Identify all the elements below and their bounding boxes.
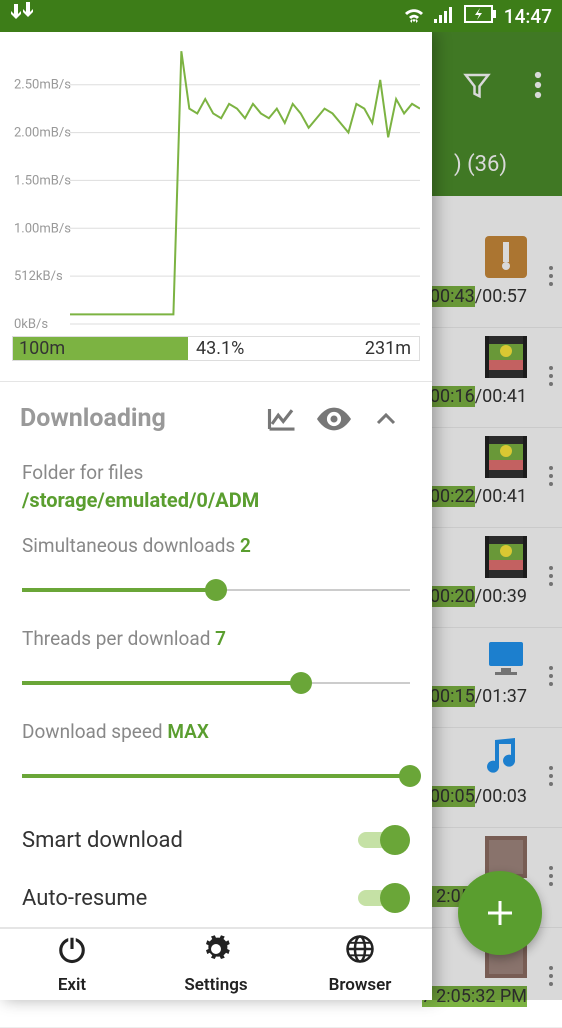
- visibility-icon[interactable]: [308, 406, 360, 432]
- status-time: 14:47: [504, 5, 552, 28]
- progress-done: 100m: [19, 338, 65, 359]
- add-button[interactable]: [458, 871, 542, 955]
- gear-icon: [201, 934, 231, 969]
- svg-text:2.50mB/s: 2.50mB/s: [14, 78, 71, 93]
- svg-text:1.50mB/s: 1.50mB/s: [14, 173, 71, 188]
- threads-slider[interactable]: [22, 668, 410, 698]
- bottom-nav: Exit Settings Browser: [0, 929, 432, 1000]
- signal-icon: [434, 5, 456, 28]
- progress-bar: 100m 43.1% 231m: [12, 336, 420, 361]
- exit-button[interactable]: Exit: [0, 929, 144, 1000]
- simultaneous-label: Simultaneous downloads 2: [22, 534, 410, 557]
- settings-button[interactable]: Settings: [144, 929, 288, 1000]
- progress-total: 231m: [365, 338, 411, 359]
- status-bar: 14:47: [0, 0, 562, 32]
- speed-chart: 2.50mB/s 2.00mB/s 1.50mB/s 1.00mB/s 512kB/s 0…: [0, 32, 432, 330]
- wifi-icon: [402, 4, 426, 29]
- speed-slider[interactable]: [22, 761, 410, 791]
- svg-text:512kB/s: 512kB/s: [14, 269, 63, 284]
- collapse-icon[interactable]: [360, 411, 412, 427]
- auto-resume-toggle[interactable]: [358, 883, 410, 913]
- folder-path[interactable]: /storage/emulated/0/ADM: [22, 488, 410, 512]
- settings-drawer: 2.50mB/s 2.00mB/s 1.50mB/s 1.00mB/s 512kB/s 0…: [0, 32, 432, 1000]
- svg-text:1.00mB/s: 1.00mB/s: [14, 221, 71, 236]
- speed-label: Download speed MAX: [22, 720, 410, 743]
- globe-icon: [345, 934, 375, 969]
- progress-percent: 43.1%: [196, 338, 244, 359]
- folder-label: Folder for files: [22, 461, 410, 484]
- svg-text:2.00mB/s: 2.00mB/s: [14, 126, 71, 141]
- chart-toggle-icon[interactable]: [256, 406, 308, 432]
- section-title: Downloading: [20, 404, 256, 433]
- threads-label: Threads per download 7: [22, 627, 410, 650]
- power-icon: [57, 934, 87, 969]
- browser-button[interactable]: Browser: [288, 929, 432, 1000]
- svg-text:0kB/s: 0kB/s: [14, 317, 48, 330]
- auto-resume-label: Auto-resume: [22, 886, 358, 911]
- smart-download-toggle[interactable]: [358, 825, 410, 855]
- simultaneous-slider[interactable]: [22, 575, 410, 605]
- download-indicator-icon: [10, 2, 38, 30]
- smart-download-label: Smart download: [22, 828, 358, 853]
- battery-charging-icon: [464, 5, 496, 28]
